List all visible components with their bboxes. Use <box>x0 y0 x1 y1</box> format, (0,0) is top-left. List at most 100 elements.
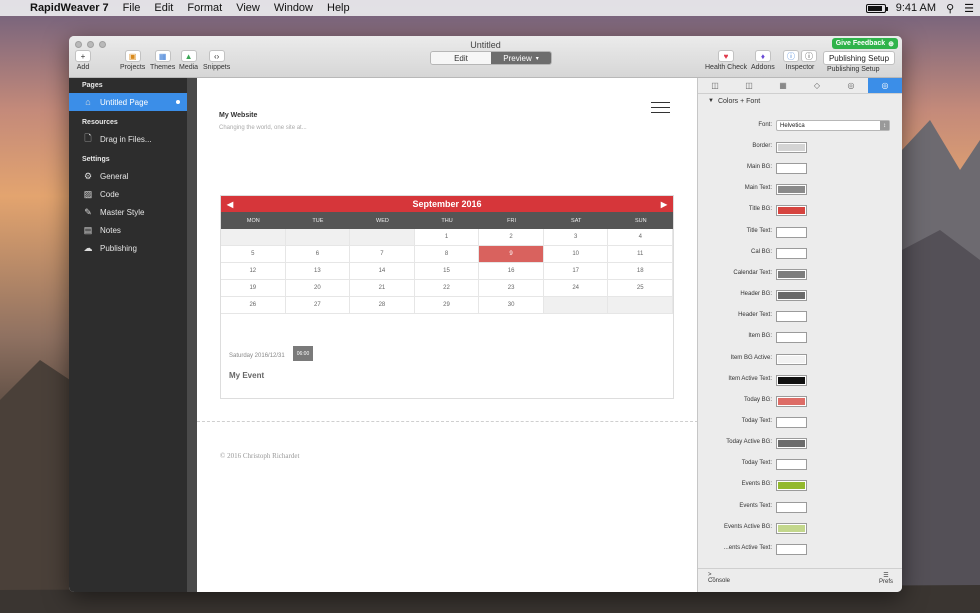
color-well[interactable] <box>776 543 807 555</box>
calendar-day-cell[interactable]: 27 <box>285 297 351 314</box>
calendar-day-cell[interactable]: 12 <box>221 263 286 280</box>
calendar-day-cell[interactable]: 13 <box>285 263 351 280</box>
sidebar-item-drag-in-files[interactable]: 🗋 Drag in Files... <box>69 130 187 148</box>
calendar-day-cell[interactable]: 14 <box>350 263 415 280</box>
color-well[interactable] <box>776 311 807 323</box>
color-well[interactable] <box>776 332 807 344</box>
media-icon: ▲ <box>180 50 197 62</box>
calendar-day-cell[interactable]: 8 <box>414 246 480 263</box>
color-well[interactable] <box>776 353 807 365</box>
color-setting-label: Header Text: <box>738 312 772 319</box>
hamburger-menu-icon[interactable] <box>651 102 670 114</box>
calendar-day-cell[interactable]: 1 <box>414 229 480 246</box>
edit-mode-button[interactable]: Edit <box>431 52 491 64</box>
sidebar-item-publishing[interactable]: ☁ Publishing <box>69 239 187 257</box>
sidebar-item-notes[interactable]: ▤ Notes <box>69 221 187 239</box>
prefs-button[interactable]: ☰ Prefs <box>879 572 893 585</box>
event-title[interactable]: My Event <box>229 371 264 380</box>
media-button[interactable]: ▲ Media <box>179 50 198 71</box>
sidebar-item-master-style[interactable]: ✎ Master Style <box>69 203 187 221</box>
color-well[interactable] <box>776 184 807 196</box>
color-well[interactable] <box>776 459 807 471</box>
spotlight-search-icon[interactable]: ⚲ <box>946 2 954 15</box>
calendar-day-cell[interactable]: 10 <box>543 246 609 263</box>
menu-window[interactable]: Window <box>274 2 313 14</box>
next-month-icon[interactable]: ▶ <box>661 196 667 212</box>
publishing-setup-button[interactable]: Publishing Setup <box>823 51 895 65</box>
color-well[interactable] <box>776 522 807 534</box>
calendar-day-cell[interactable]: 5 <box>221 246 286 263</box>
calendar-day-cell[interactable]: 17 <box>543 263 609 280</box>
preview-mode-button[interactable]: Preview ▾ <box>491 52 551 64</box>
calendar-day-cell[interactable]: 22 <box>414 280 480 297</box>
sidebar-item-untitled-page[interactable]: ⌂ Untitled Page <box>69 93 187 111</box>
add-button[interactable]: + Add <box>75 50 91 71</box>
color-well[interactable] <box>776 480 807 492</box>
addons-button[interactable]: ♦ Addons <box>751 50 775 71</box>
calendar-day-cell[interactable]: 6 <box>285 246 351 263</box>
clock[interactable]: 9:41 AM <box>896 2 936 14</box>
projects-button[interactable]: ▣ Projects <box>120 50 145 71</box>
color-well[interactable] <box>776 205 807 217</box>
color-well[interactable] <box>776 247 807 259</box>
calendar-day-cell[interactable]: 16 <box>479 263 544 280</box>
console-button[interactable]: >_ Console <box>708 572 730 584</box>
calendar-day-cell[interactable]: 30 <box>479 297 544 314</box>
health-check-button[interactable]: ♥ Health Check <box>705 50 747 71</box>
color-setting-label: Main BG: <box>746 164 772 171</box>
color-well[interactable] <box>776 142 807 153</box>
tab-styles[interactable]: ◇ <box>800 78 834 93</box>
calendar-day-cell[interactable]: 2 <box>479 229 544 246</box>
calendar-day-cell[interactable]: 11 <box>608 246 674 263</box>
calendar-day-cell[interactable]: 15 <box>414 263 480 280</box>
menu-format[interactable]: Format <box>187 2 222 14</box>
calendar-day-cell[interactable]: 4 <box>608 229 674 246</box>
color-well[interactable] <box>776 226 807 238</box>
tab-plugin-settings[interactable]: ◎ <box>868 78 902 93</box>
themes-button[interactable]: ▦ Themes <box>150 50 175 71</box>
battery-icon[interactable] <box>865 3 888 13</box>
calendar-day-cell[interactable]: 7 <box>350 246 415 263</box>
menu-view[interactable]: View <box>236 2 260 14</box>
calendar-day-cell[interactable]: 28 <box>350 297 415 314</box>
give-feedback-button[interactable]: Give Feedback ⊕ <box>831 38 898 49</box>
calendar-today-cell[interactable]: 9 <box>479 246 544 263</box>
colors-font-section-header[interactable]: ▼ Colors + Font <box>698 94 902 108</box>
menu-help[interactable]: Help <box>327 2 350 14</box>
color-well[interactable] <box>776 438 807 450</box>
color-well[interactable] <box>776 416 807 428</box>
calendar-day-cell[interactable]: 26 <box>221 297 286 314</box>
snippets-button[interactable]: ‹› Snippets <box>203 50 230 71</box>
color-well[interactable] <box>776 290 807 302</box>
calendar-day-cell[interactable]: 3 <box>543 229 609 246</box>
inspector-button[interactable]: ⓘ ⓘ Inspector <box>783 50 817 71</box>
color-well[interactable] <box>776 163 807 175</box>
color-swatch <box>778 249 805 257</box>
sidebar-item-general[interactable]: ⚙ General <box>69 167 187 185</box>
tab-general-settings[interactable]: ◫ <box>698 78 732 93</box>
font-select[interactable]: Helvetica ↕ <box>776 120 890 131</box>
color-well[interactable] <box>776 374 807 386</box>
menu-edit[interactable]: Edit <box>154 2 173 14</box>
calendar-day-cell[interactable]: 24 <box>543 280 609 297</box>
tab-header-settings[interactable]: ▦ <box>766 78 800 93</box>
tag-icon: ◇ <box>813 81 821 90</box>
sidebar-item-code[interactable]: ▨ Code <box>69 185 187 203</box>
calendar-day-cell[interactable]: 21 <box>350 280 415 297</box>
menu-file[interactable]: File <box>123 2 141 14</box>
calendar-day-cell[interactable]: 23 <box>479 280 544 297</box>
color-well[interactable] <box>776 268 807 280</box>
calendar-day-cell[interactable]: 19 <box>221 280 286 297</box>
color-well[interactable] <box>776 501 807 513</box>
calendar-day-cell[interactable]: 25 <box>608 280 674 297</box>
tab-page-settings[interactable]: ◫ <box>732 78 766 93</box>
tab-seo[interactable]: ◎ <box>834 78 868 93</box>
previous-month-icon[interactable]: ◀ <box>227 196 233 212</box>
color-well[interactable] <box>776 395 807 407</box>
notification-center-icon[interactable]: ☰ <box>964 2 974 15</box>
calendar-day-cell[interactable]: 29 <box>414 297 480 314</box>
app-menu[interactable]: RapidWeaver 7 <box>30 2 109 14</box>
calendar-day-cell[interactable]: 18 <box>608 263 674 280</box>
site-title[interactable]: My Website <box>219 112 257 119</box>
calendar-day-cell[interactable]: 20 <box>285 280 351 297</box>
